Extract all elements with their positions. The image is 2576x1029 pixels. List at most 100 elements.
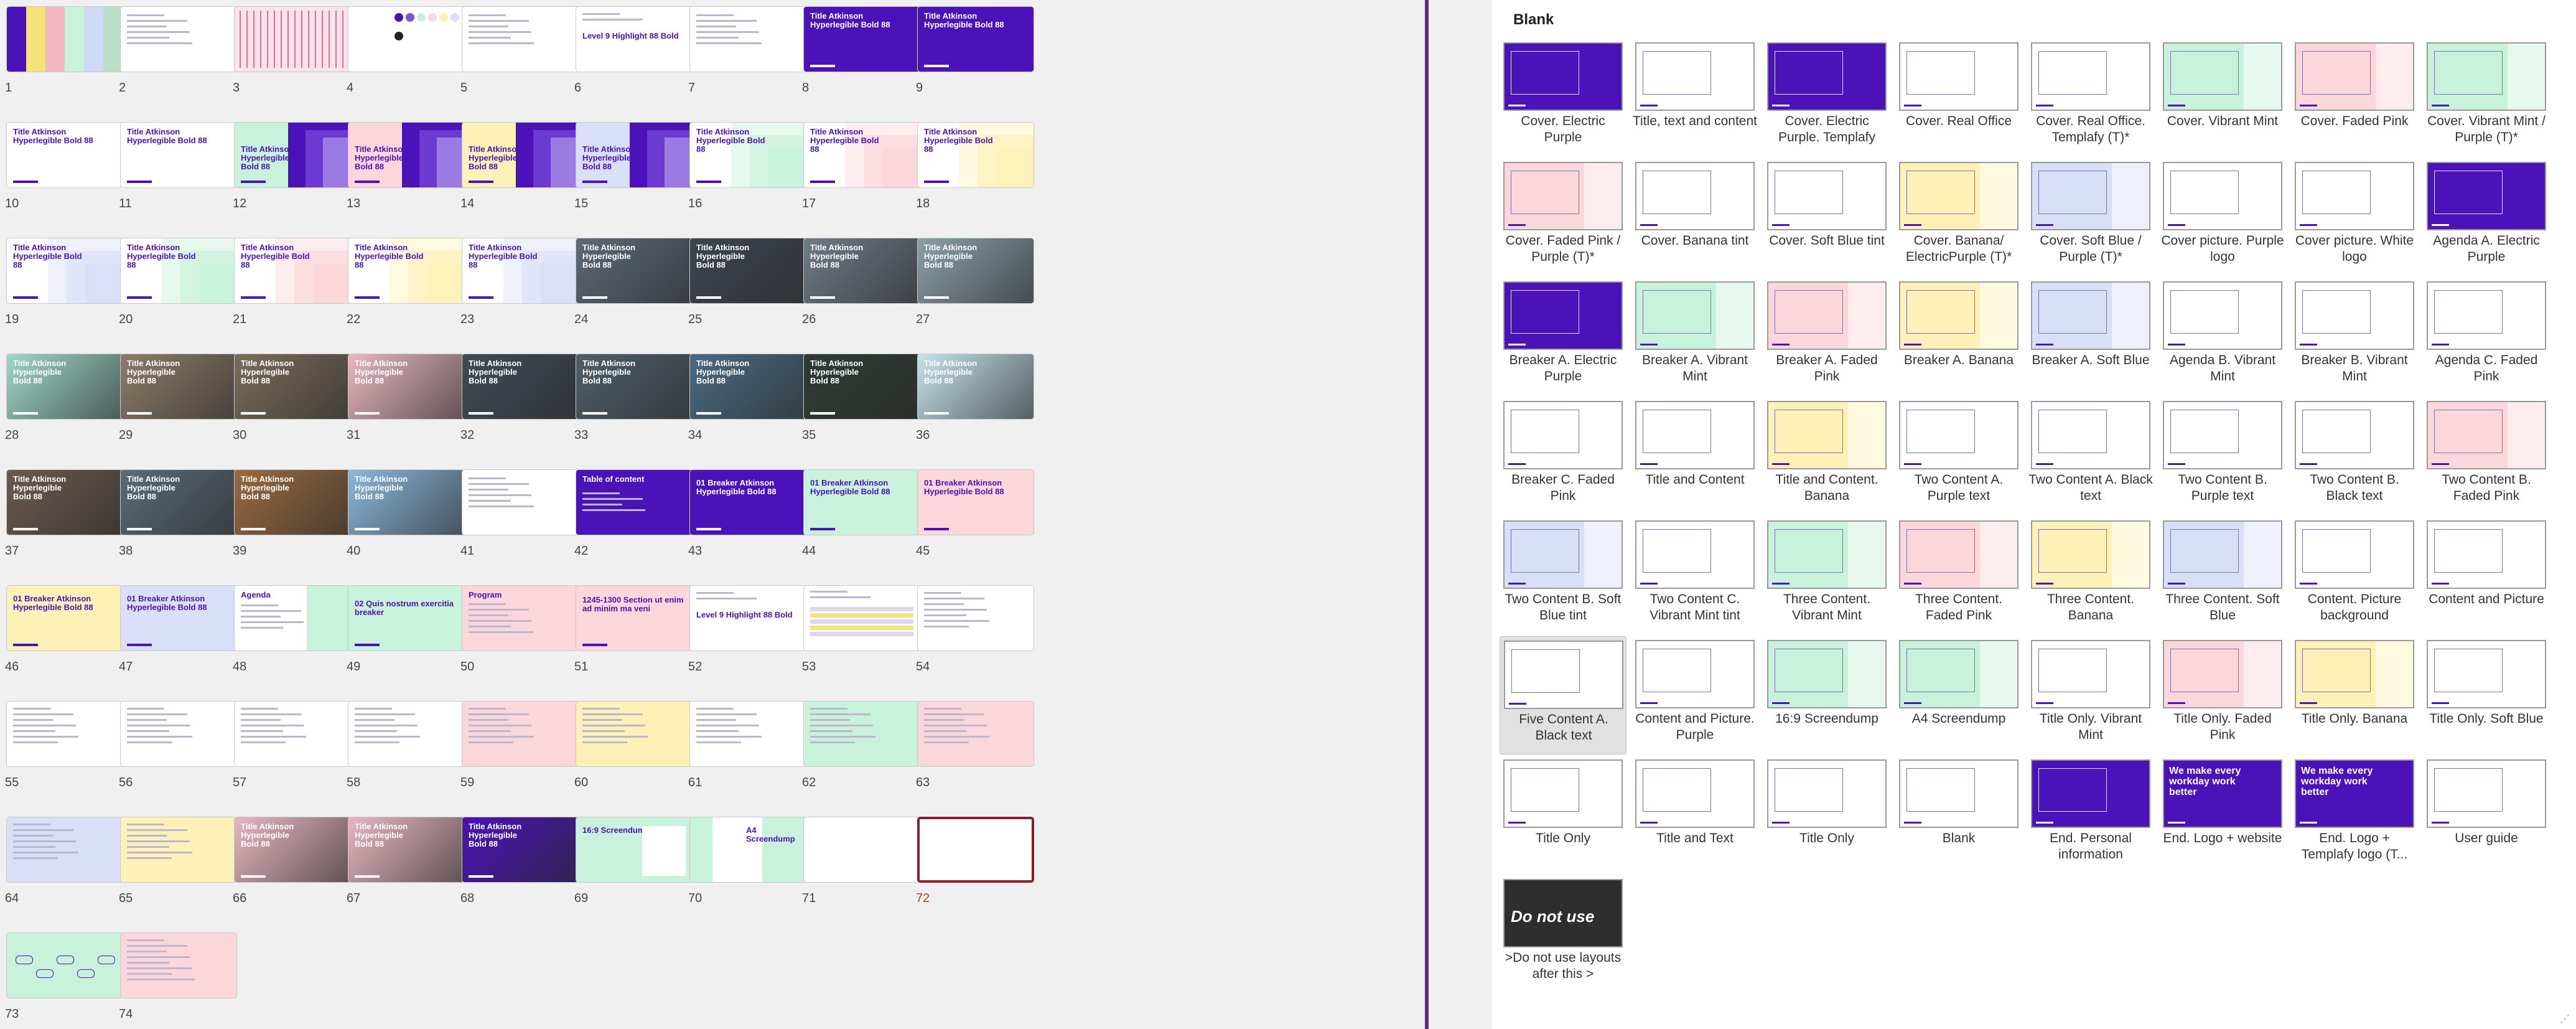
slide-preview[interactable]: Title Atkinson Hyperlegible Bold 88 <box>576 354 693 420</box>
layout-preview[interactable] <box>1635 640 1755 708</box>
layout-preview[interactable] <box>2427 42 2546 111</box>
layout-option[interactable]: Three Content. Banana <box>2027 517 2154 635</box>
layout-preview[interactable] <box>1504 641 1623 709</box>
slide-thumbnail[interactable]: 41 <box>460 469 579 566</box>
slide-thumbnail[interactable]: 61 <box>688 701 806 797</box>
slide-preview[interactable] <box>120 933 237 998</box>
slide-thumbnail[interactable]: 01 Breaker Atkinson Hyperlegible Bold 88… <box>688 469 806 566</box>
slide-thumbnail[interactable]: A4 Screendump 70 <box>688 817 806 913</box>
slide-thumbnail[interactable]: 58 <box>347 701 465 797</box>
layout-preview[interactable] <box>1767 759 1887 828</box>
layout-option[interactable]: Cover. Faded Pink / Purple (T)* <box>1500 158 1626 276</box>
layout-option[interactable]: Agenda A. Electric Purple <box>2423 158 2550 276</box>
layout-preview[interactable] <box>1767 520 1887 589</box>
layout-preview[interactable] <box>2031 520 2150 589</box>
slide-preview[interactable]: Title Atkinson Hyperlegible Bold 88 <box>348 354 465 420</box>
slide-preview[interactable] <box>6 933 123 998</box>
layout-preview[interactable] <box>2163 401 2282 469</box>
slide-thumbnail[interactable]: Title Atkinson Hyperlegible Bold 88 31 <box>347 354 465 450</box>
slide-preview[interactable]: Title Atkinson Hyperlegible Bold 88 <box>348 469 465 535</box>
layout-preview[interactable] <box>1899 281 2018 350</box>
layout-option[interactable]: Breaker A. Vibrant Mint <box>1631 278 1758 396</box>
slide-preview[interactable] <box>689 6 806 72</box>
slide-preview[interactable] <box>803 817 920 883</box>
layout-option[interactable]: Content and Picture. Purple <box>1631 636 1758 754</box>
layout-preview[interactable] <box>2427 401 2546 469</box>
slide-thumbnail[interactable]: 01 Breaker Atkinson Hyperlegible Bold 88… <box>119 585 237 682</box>
layout-option[interactable]: Three Content. Faded Pink <box>1895 517 2022 635</box>
layout-option[interactable]: Cover. Electric Purple <box>1500 39 1626 157</box>
slide-thumbnail[interactable]: 72 <box>916 817 1034 913</box>
layout-option[interactable]: Cover. Electric Purple. Templafy <box>1763 39 1890 157</box>
slide-preview[interactable] <box>917 701 1034 767</box>
slide-thumbnail[interactable]: Title Atkinson Hyperlegible Bold 88 30 <box>233 354 351 450</box>
layout-preview[interactable] <box>2163 281 2282 350</box>
slide-thumbnail[interactable]: Title Atkinson Hyperlegible Bold 88 36 <box>916 354 1034 450</box>
layout-option[interactable]: Title Only. Banana <box>2291 636 2418 754</box>
layout-option[interactable]: Two Content B. Faded Pink <box>2423 397 2550 515</box>
layout-option[interactable]: Blank <box>1895 756 2022 874</box>
slide-preview[interactable] <box>234 701 351 767</box>
slide-thumbnail[interactable]: Title Atkinson Hyperlegible Bold 88 23 <box>460 238 579 334</box>
slide-thumbnail[interactable]: Title Atkinson Hyperlegible Bold 88 29 <box>119 354 237 450</box>
layout-preview[interactable] <box>1899 520 2018 589</box>
slide-thumbnail[interactable]: Title Atkinson Hyperlegible Bold 88 25 <box>688 238 806 334</box>
slide-thumbnail[interactable]: Title Atkinson Hyperlegible Bold 88 11 <box>119 122 237 218</box>
layout-preview[interactable] <box>2295 401 2414 469</box>
slide-thumbnail[interactable]: Title Atkinson Hyperlegible Bold 88 17 <box>802 122 920 218</box>
slide-thumbnail[interactable]: 1 <box>5 6 123 103</box>
slide-thumbnail[interactable]: Title Atkinson Hyperlegible Bold 88 13 <box>347 122 465 218</box>
layout-option[interactable]: Two Content B. Black text <box>2291 397 2418 515</box>
slide-preview[interactable]: Level 9 Highlight 88 Bold <box>689 585 806 651</box>
slide-preview[interactable]: Title Atkinson Hyperlegible Bold 88 <box>348 122 465 188</box>
slide-thumbnail[interactable]: Title Atkinson Hyperlegible Bold 88 28 <box>5 354 123 450</box>
slide-thumbnail[interactable]: Title Atkinson Hyperlegible Bold 88 26 <box>802 238 920 334</box>
slide-thumbnail[interactable]: 01 Breaker Atkinson Hyperlegible Bold 88… <box>802 469 920 566</box>
layout-option[interactable]: Title, text and content <box>1631 39 1758 157</box>
slide-preview[interactable]: Title Atkinson Hyperlegible Bold 88 <box>689 354 806 420</box>
slide-preview[interactable]: 16:9 Screendump <box>576 817 693 883</box>
slide-preview[interactable]: Table of content <box>576 469 693 535</box>
layout-preview[interactable] <box>1503 520 1623 589</box>
slide-thumbnail[interactable]: Title Atkinson Hyperlegible Bold 88 66 <box>233 817 351 913</box>
slide-preview[interactable]: 01 Breaker Atkinson Hyperlegible Bold 88 <box>917 469 1034 535</box>
slide-thumbnail[interactable]: 16:9 Screendump 69 <box>574 817 693 913</box>
slide-preview[interactable]: 1245-1300 Section ut enim ad minim ma ve… <box>576 585 693 651</box>
layout-preview[interactable] <box>1635 520 1755 589</box>
layout-preview[interactable] <box>1635 759 1755 828</box>
layout-option[interactable]: Two Content A. Purple text <box>1895 397 2022 515</box>
layout-option[interactable]: Title Only <box>1500 756 1626 874</box>
slide-thumbnail[interactable]: Title Atkinson Hyperlegible Bold 88 24 <box>574 238 693 334</box>
slide-thumbnail[interactable]: Title Atkinson Hyperlegible Bold 88 68 <box>460 817 579 913</box>
layout-option[interactable]: Agenda C. Faded Pink <box>2423 278 2550 396</box>
slide-sorter-panel[interactable]: 1 2 3 4 5 Level 9 Highlight 88 Bold 6 7 Title At… <box>0 0 1360 1029</box>
layout-option[interactable]: Breaker A. Electric Purple <box>1500 278 1626 396</box>
slide-preview[interactable] <box>348 6 465 72</box>
slide-thumbnail[interactable]: Title Atkinson Hyperlegible Bold 88 35 <box>802 354 920 450</box>
slide-preview[interactable]: Title Atkinson Hyperlegible Bold 88 <box>234 238 351 304</box>
layout-option[interactable]: Two Content B. Soft Blue tint <box>1500 517 1626 635</box>
slide-thumbnail[interactable]: Title Atkinson Hyperlegible Bold 88 34 <box>688 354 806 450</box>
layout-preview[interactable] <box>1635 42 1755 111</box>
slide-thumbnail[interactable]: 63 <box>916 701 1034 797</box>
layout-option[interactable]: Three Content. Vibrant Mint <box>1763 517 1890 635</box>
layout-preview[interactable] <box>1899 759 2018 828</box>
slide-thumbnail[interactable]: Title Atkinson Hyperlegible Bold 88 19 <box>5 238 123 334</box>
slide-preview[interactable]: Title Atkinson Hyperlegible Bold 88 <box>803 6 920 72</box>
layout-preview[interactable] <box>2031 42 2150 111</box>
layout-preview[interactable] <box>1503 759 1623 828</box>
slide-preview[interactable] <box>462 6 579 72</box>
slide-preview[interactable]: Level 9 Highlight 88 Bold <box>576 6 693 72</box>
layout-preview[interactable] <box>1635 162 1755 230</box>
slide-preview[interactable]: Title Atkinson Hyperlegible Bold 88 <box>917 122 1034 188</box>
slide-preview[interactable]: Title Atkinson Hyperlegible Bold 88 <box>120 122 237 188</box>
slide-thumbnail[interactable]: 1245-1300 Section ut enim ad minim ma ve… <box>574 585 693 682</box>
slide-preview[interactable] <box>576 701 693 767</box>
layout-preview[interactable] <box>1503 401 1623 469</box>
slide-preview[interactable]: Title Atkinson Hyperlegible Bold 88 <box>234 354 351 420</box>
slide-thumbnail[interactable]: Title Atkinson Hyperlegible Bold 88 40 <box>347 469 465 566</box>
slide-thumbnail[interactable]: Title Atkinson Hyperlegible Bold 88 67 <box>347 817 465 913</box>
layout-preview[interactable] <box>1503 281 1623 350</box>
slide-preview[interactable]: Title Atkinson Hyperlegible Bold 88 <box>6 469 123 535</box>
layout-preview[interactable] <box>1767 42 1887 111</box>
